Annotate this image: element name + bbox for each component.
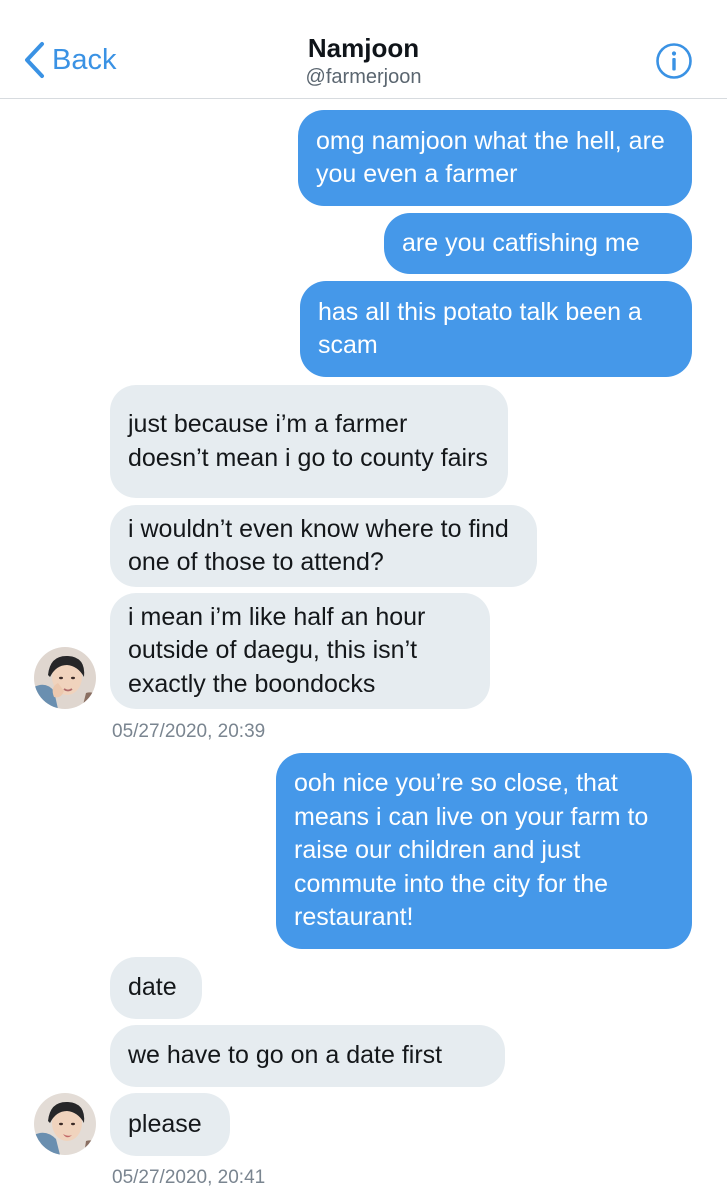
message-text: are you catfishing me <box>402 228 640 257</box>
avatar[interactable] <box>34 1093 96 1155</box>
info-icon[interactable] <box>655 42 693 80</box>
sent-message[interactable]: are you catfishing me <box>384 213 692 274</box>
received-message[interactable]: please <box>110 1093 230 1156</box>
message-text: omg namjoon what the hell, are you even … <box>316 126 665 189</box>
received-message[interactable]: we have to go on a date first <box>110 1025 505 1087</box>
received-message[interactable]: i mean i’m like half an hour outside of … <box>110 593 490 709</box>
message-text: please <box>128 1109 202 1138</box>
message-text: just because i’m a farmer doesn’t mean i… <box>128 410 488 472</box>
sent-message[interactable]: has all this potato talk been a scam <box>300 281 692 377</box>
message-text: has all this potato talk been a scam <box>318 297 642 360</box>
message-text: i mean i’m like half an hour outside of … <box>128 602 426 698</box>
contact-handle: @farmerjoon <box>305 66 422 88</box>
timestamp: 05/27/2020, 20:39 <box>112 721 266 742</box>
received-message[interactable]: date <box>110 957 202 1019</box>
timestamp: 05/27/2020, 20:41 <box>112 1167 266 1188</box>
avatar[interactable] <box>34 647 96 709</box>
message-text: i wouldn’t even know where to find one o… <box>128 514 509 577</box>
sent-message[interactable]: omg namjoon what the hell, are you even … <box>298 110 692 206</box>
contact-name: Namjoon <box>307 33 420 63</box>
sent-message[interactable]: ooh nice you’re so close, that means i c… <box>276 753 692 949</box>
message-text: ooh nice you’re so close, that means i c… <box>294 769 649 932</box>
contact-title: Namjoon @farmerjoon <box>0 32 727 90</box>
received-message[interactable]: just because i’m a farmer doesn’t mean i… <box>110 385 508 498</box>
received-message[interactable]: i wouldn’t even know where to find one o… <box>110 505 537 587</box>
message-text: date <box>128 973 177 1002</box>
conversation-header: Back Namjoon @farmerjoon <box>0 0 727 99</box>
message-text: we have to go on a date first <box>128 1041 443 1070</box>
